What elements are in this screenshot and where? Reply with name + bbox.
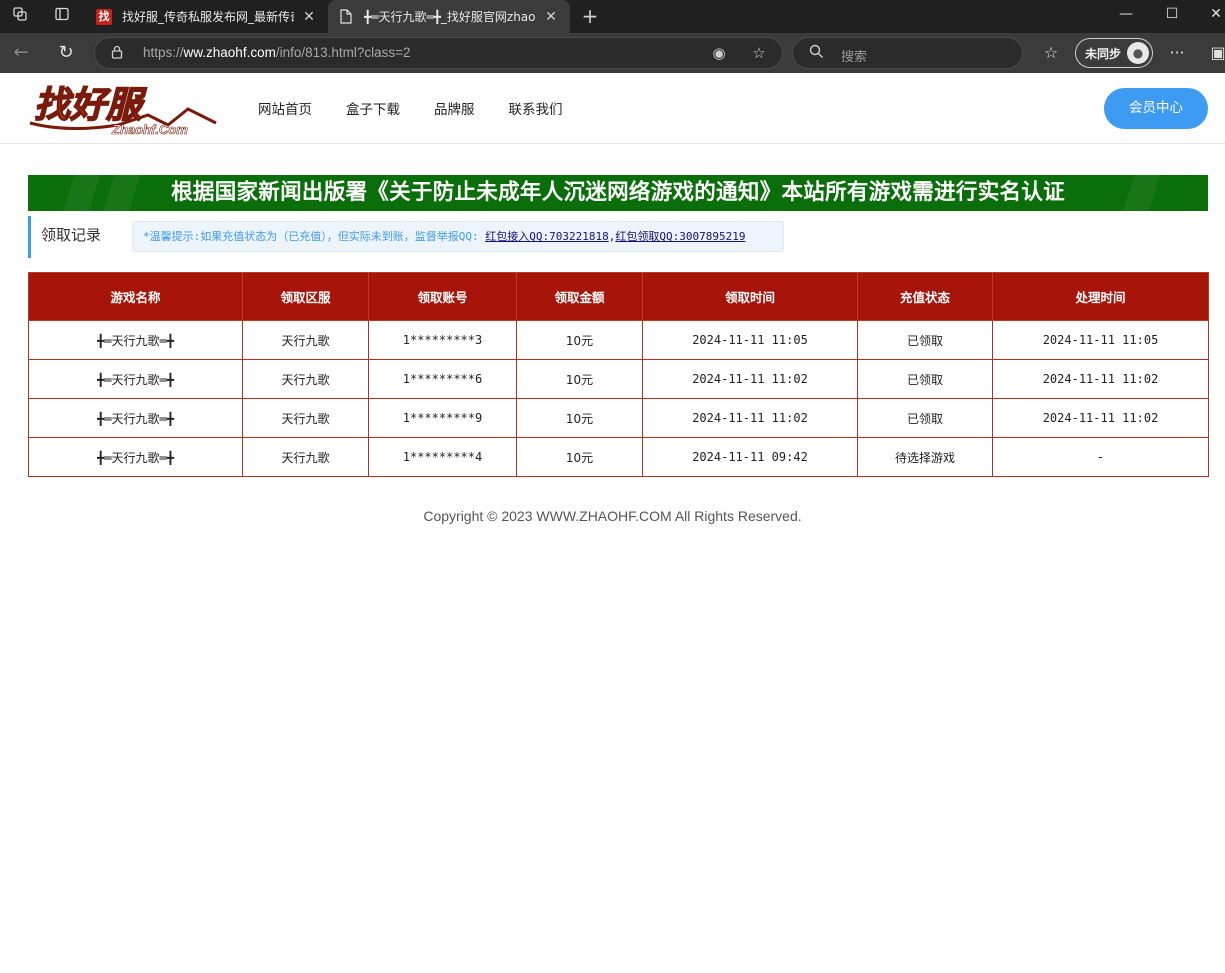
table-row: ╋═天行九歌═╋ 天行九歌 1*********6 10元 2024-11-11…: [28, 359, 1209, 399]
site-header: 找好服 Zhaohf.Com 网站首页 盒子下载 品牌服 联系我们 会员中心: [0, 73, 1225, 144]
table-row: ╋═天行九歌═╋ 天行九歌 1*********3 10元 2024-11-11…: [28, 320, 1209, 360]
web-page: 找好服 Zhaohf.Com 网站首页 盒子下载 品牌服 联系我们 会员中心 根…: [0, 73, 1225, 973]
tip-link-redpacket-access[interactable]: 红包接入QQ:703221818: [485, 230, 608, 243]
tip-link-redpacket-claim[interactable]: 红包领取QQ:3007895219: [615, 230, 745, 243]
tab-title: ╋═天行九歌═╋_找好服官网zhaohf.com: [364, 10, 536, 24]
close-tab-icon[interactable]: ✕: [300, 9, 318, 25]
search-icon: [809, 44, 824, 63]
browser-tab-strip: 找 找好服_传奇私服发布网_最新传奇私服 ✕ ╋═天行九歌═╋_找好服官网zha…: [0, 0, 1225, 33]
cell-amount: 10元: [516, 359, 643, 399]
window-close-icon[interactable]: ✕: [1204, 4, 1225, 24]
lock-icon: [111, 45, 123, 63]
tab-title: 找好服_传奇私服发布网_最新传奇私服: [122, 10, 294, 24]
cell-account: 1*********4: [368, 437, 517, 477]
cell-account: 1*********6: [368, 359, 517, 399]
maximize-icon[interactable]: ☐: [1160, 4, 1184, 24]
cell-amount: 10元: [516, 398, 643, 438]
back-icon[interactable]: ←: [10, 42, 32, 64]
more-menu-icon[interactable]: ···: [1166, 42, 1188, 64]
tab-zhaohf-home[interactable]: 找 找好服_传奇私服发布网_最新传奇私服 ✕: [86, 0, 328, 33]
col-server: 领取区服: [242, 272, 369, 321]
cell-claim-time: 2024-11-11 11:05: [642, 320, 858, 360]
browser-toolbar: ← ↻ https://ww.zhaohf.com/info/813.html?…: [0, 33, 1225, 73]
cell-process-time: 2024-11-11 11:05: [992, 320, 1209, 360]
reload-icon[interactable]: ↻: [55, 42, 77, 64]
nav-brand-servers[interactable]: 品牌服: [434, 98, 475, 118]
edge-extension-icon[interactable]: ◉: [709, 44, 729, 62]
cell-process-time: 2024-11-11 11:02: [992, 359, 1209, 399]
page-icon: [338, 9, 354, 25]
tip-text: *温馨提示:如果充值状态为（已充值），但实际未到账，监督举报QQ:: [143, 230, 479, 243]
url-scheme: https://: [143, 45, 184, 60]
minimize-icon[interactable]: —: [1114, 4, 1138, 24]
site-logo[interactable]: 找好服 Zhaohf.Com: [28, 79, 218, 139]
col-status: 充值状态: [857, 272, 993, 321]
tab-current-page[interactable]: ╋═天行九歌═╋_找好服官网zhaohf.com ✕: [328, 0, 570, 33]
col-claim-time: 领取时间: [642, 272, 858, 321]
member-center-button[interactable]: 会员中心: [1104, 88, 1208, 129]
cell-server: 天行九歌: [242, 320, 369, 360]
logo-subtext: Zhaohf.Com: [111, 122, 188, 137]
cell-amount: 10元: [516, 437, 643, 477]
new-tab-icon[interactable]: +: [578, 4, 602, 28]
close-tab-icon[interactable]: ✕: [542, 9, 560, 25]
url-path: /info/813.html?class=2: [275, 45, 411, 60]
site-favicon-icon: 找: [96, 8, 112, 25]
cell-status: 待选择游戏: [857, 437, 993, 477]
cell-amount: 10元: [516, 320, 643, 360]
nav-box-download[interactable]: 盒子下载: [346, 98, 400, 118]
cell-status: 已领取: [857, 398, 993, 438]
cell-server: 天行九歌: [242, 398, 369, 438]
cell-process-time: -: [992, 437, 1209, 477]
table-row: ╋═天行九歌═╋ 天行九歌 1*********9 10元 2024-11-11…: [28, 398, 1209, 438]
address-bar[interactable]: https://ww.zhaohf.com/info/813.html?clas…: [94, 37, 783, 69]
footer-copyright: Copyright © 2023 WWW.ZHAOHF.COM All Righ…: [423, 508, 802, 524]
favorites-icon[interactable]: ☆: [1040, 42, 1062, 64]
avatar-icon: ●: [1127, 42, 1149, 64]
search-box[interactable]: 搜索: [792, 37, 1023, 69]
table-row: ╋═天行九歌═╋ 天行九歌 1*********4 10元 2024-11-11…: [28, 437, 1209, 477]
col-account: 领取账号: [368, 272, 517, 321]
url-text[interactable]: https://ww.zhaohf.com/info/813.html?clas…: [143, 45, 411, 60]
url-host: ww.zhaohf.com: [183, 45, 276, 60]
cell-status: 已领取: [857, 320, 993, 360]
nav-home[interactable]: 网站首页: [258, 98, 312, 118]
tab-actions-icon[interactable]: [51, 6, 73, 28]
cell-process-time: 2024-11-11 11:02: [992, 398, 1209, 438]
cell-claim-time: 2024-11-11 11:02: [642, 398, 858, 438]
col-process-time: 处理时间: [992, 272, 1209, 321]
section-heading-row: 领取记录 *温馨提示:如果充值状态为（已充值），但实际未到账，监督举报QQ: 红…: [28, 216, 1208, 258]
main-nav: 网站首页 盒子下载 品牌服 联系我们: [258, 98, 597, 118]
real-name-notice-banner: 根据国家新闻出版署《关于防止未成年人沉迷网络游戏的通知》本站所有游戏需进行实名认…: [28, 175, 1208, 211]
claim-records-table: 游戏名称 领取区服 领取账号 领取金额 领取时间 充值状态 处理时间 ╋═天行九…: [28, 272, 1209, 477]
logo-text: 找好服: [34, 85, 147, 126]
cell-server: 天行九歌: [242, 359, 369, 399]
cell-server: 天行九歌: [242, 437, 369, 477]
cell-claim-time: 2024-11-11 11:02: [642, 359, 858, 399]
cell-game: ╋═天行九歌═╋: [28, 320, 243, 360]
notice-text: 根据国家新闻出版署《关于防止未成年人沉迷网络游戏的通知》本站所有游戏需进行实名认…: [171, 180, 1065, 205]
col-amount: 领取金额: [516, 272, 643, 321]
cell-game: ╋═天行九歌═╋: [28, 398, 243, 438]
cell-claim-time: 2024-11-11 09:42: [642, 437, 858, 477]
cell-game: ╋═天行九歌═╋: [28, 359, 243, 399]
cell-game: ╋═天行九歌═╋: [28, 437, 243, 477]
cell-account: 1*********3: [368, 320, 517, 360]
table-header-row: 游戏名称 领取区服 领取账号 领取金额 领取时间 充值状态 处理时间: [28, 272, 1209, 321]
workspaces-icon[interactable]: [9, 6, 31, 28]
favorite-star-icon[interactable]: ☆: [749, 44, 769, 62]
nav-contact-us[interactable]: 联系我们: [509, 98, 563, 118]
search-placeholder: 搜索: [841, 50, 868, 65]
col-game-name: 游戏名称: [28, 272, 243, 321]
warm-tip-box: *温馨提示:如果充值状态为（已充值），但实际未到账，监督举报QQ: 红包接入QQ…: [132, 221, 784, 252]
cell-account: 1*********9: [368, 398, 517, 438]
section-title: 领取记录: [28, 216, 101, 258]
profile-label: 未同步: [1085, 46, 1122, 61]
cell-status: 已领取: [857, 359, 993, 399]
sidebar-icon[interactable]: ▣: [1207, 42, 1225, 64]
profile-button[interactable]: 未同步 ●: [1075, 38, 1153, 68]
